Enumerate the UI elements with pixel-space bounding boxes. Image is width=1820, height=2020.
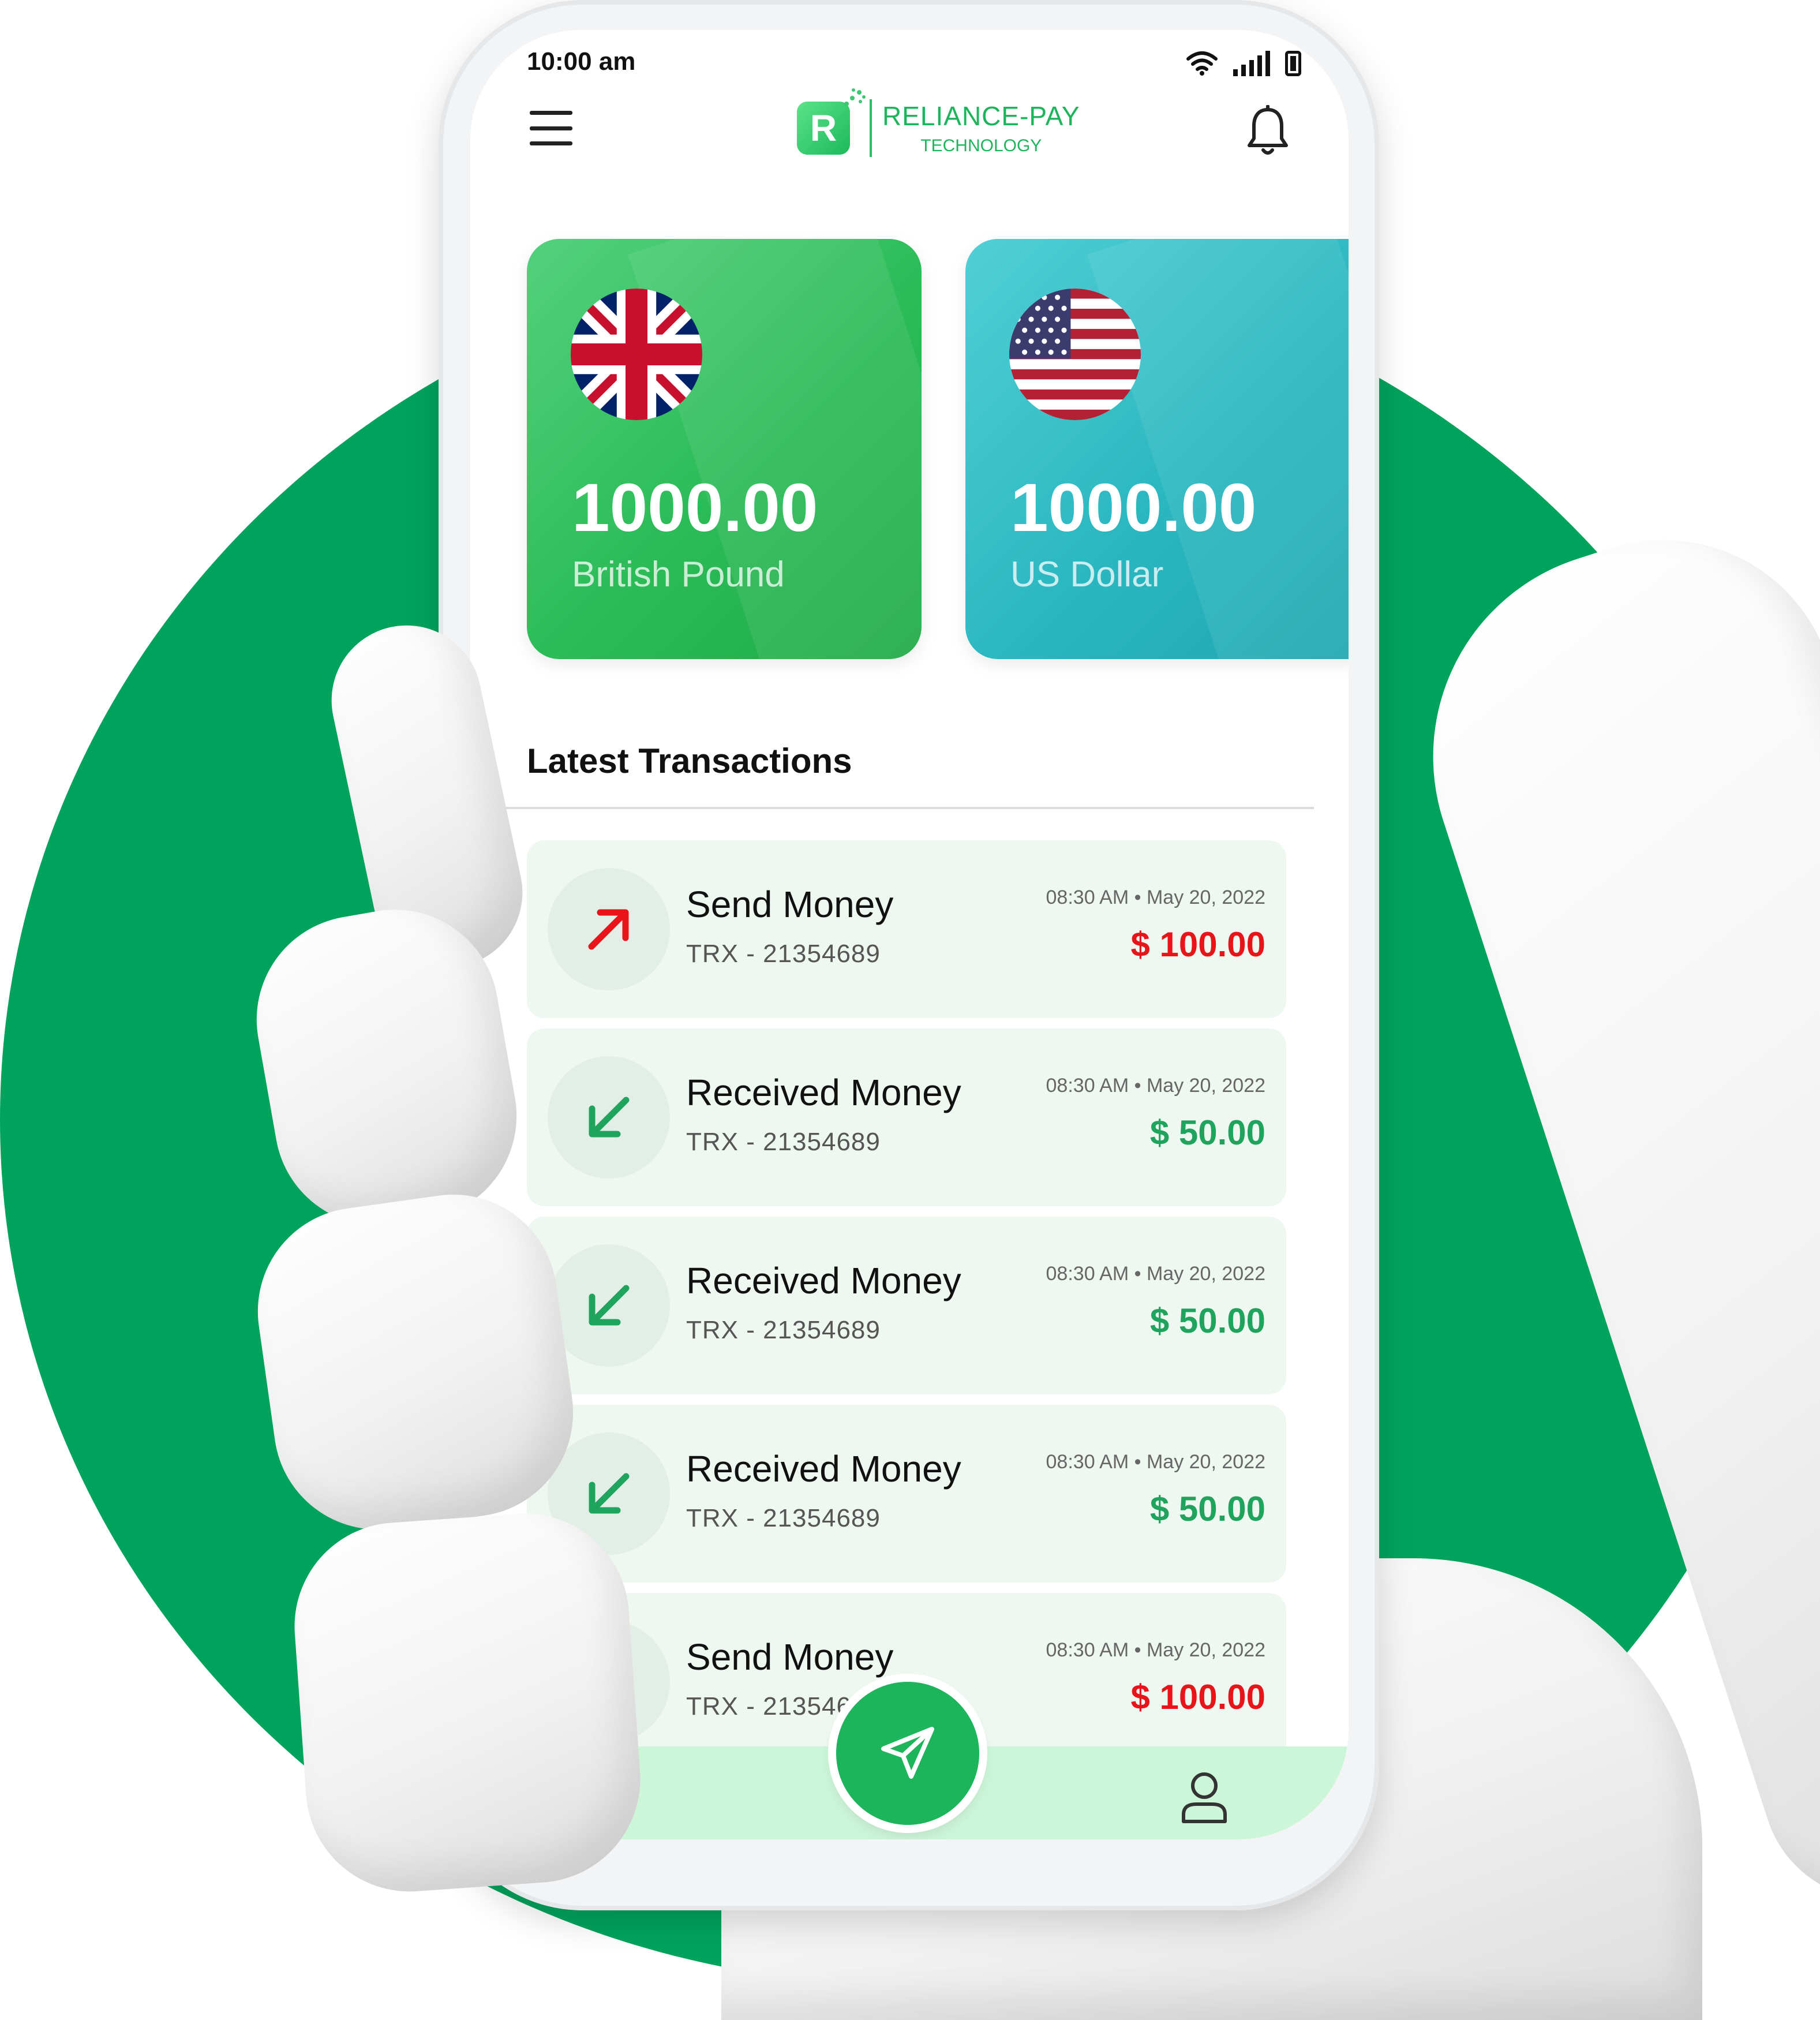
tx-datetime: 08:30 AM • May 20, 2022 bbox=[1046, 886, 1265, 908]
tx-time: 08:30 AM bbox=[1046, 1075, 1129, 1097]
logo-divider bbox=[870, 99, 872, 157]
tx-date: May 20, 2022 bbox=[1146, 886, 1265, 908]
transaction-row[interactable]: Send Money TRX - 21354689 08:30 AM • May… bbox=[527, 840, 1286, 1018]
tx-title: Send Money bbox=[686, 884, 894, 925]
tx-icon-wrap bbox=[548, 1056, 670, 1179]
wallet-card-usd[interactable]: 1000.00 US Dollar bbox=[965, 239, 1349, 659]
tx-date: May 20, 2022 bbox=[1146, 1263, 1265, 1285]
logo-name: RELIANCE-PAY bbox=[882, 101, 1080, 131]
wallet-amount: 1000.00 bbox=[572, 470, 818, 546]
signal-icon bbox=[1233, 51, 1270, 76]
tx-icon-wrap bbox=[548, 1244, 670, 1367]
wallet-currency: British Pound bbox=[572, 555, 785, 594]
tx-amount: $ 50.00 bbox=[1149, 1301, 1265, 1340]
logo-letter: R bbox=[810, 107, 837, 149]
send-icon bbox=[881, 1727, 934, 1779]
tx-title: Send Money bbox=[686, 1636, 894, 1678]
logo-mark: R bbox=[797, 88, 866, 155]
status-icons bbox=[1186, 47, 1301, 76]
menu-icon[interactable] bbox=[530, 111, 572, 145]
logo-subtitle: TECHNOLOGY bbox=[920, 136, 1042, 155]
arrow-down-left-icon bbox=[589, 1473, 630, 1514]
tx-icon-wrap bbox=[548, 868, 670, 990]
hand-finger-2 bbox=[244, 1181, 587, 1543]
arrow-down-left-icon bbox=[589, 1097, 630, 1138]
logo-text: RELIANCE-PAY TECHNOLOGY bbox=[882, 100, 1080, 156]
tx-title: Received Money bbox=[686, 1448, 961, 1490]
transaction-row[interactable]: Received Money TRX - 21354689 08:30 AM •… bbox=[527, 1405, 1286, 1583]
tx-id: TRX - 21354689 bbox=[686, 1504, 881, 1532]
tx-time: 08:30 AM bbox=[1046, 1639, 1129, 1661]
arrow-down-left-icon bbox=[589, 1285, 630, 1326]
tx-id: TRX - 21354689 bbox=[686, 940, 881, 968]
us-flag-icon bbox=[1009, 289, 1141, 420]
status-time: 10:00 am bbox=[527, 47, 636, 76]
tx-amount: $ 100.00 bbox=[1130, 925, 1265, 964]
send-button[interactable] bbox=[836, 1682, 979, 1825]
section-divider bbox=[505, 807, 1314, 809]
tx-time: 08:30 AM bbox=[1046, 1451, 1129, 1473]
tx-amount: $ 50.00 bbox=[1149, 1490, 1265, 1528]
uk-flag-icon bbox=[571, 289, 702, 420]
bell-icon[interactable] bbox=[1245, 105, 1291, 157]
tx-amount: $ 50.00 bbox=[1149, 1113, 1265, 1152]
wallet-card-gbp[interactable]: 1000.00 British Pound bbox=[527, 239, 922, 659]
tx-time: 08:30 AM bbox=[1046, 1263, 1129, 1285]
transaction-row[interactable]: Received Money TRX - 21354689 08:30 AM •… bbox=[527, 1217, 1286, 1394]
tx-id: TRX - 21354689 bbox=[686, 1128, 881, 1156]
hand-finger-3 bbox=[287, 1506, 647, 1899]
tx-id: TRX - 21354689 bbox=[686, 1316, 881, 1344]
transaction-row[interactable]: Received Money TRX - 21354689 08:30 AM •… bbox=[527, 1028, 1286, 1206]
tx-time: 08:30 AM bbox=[1046, 886, 1129, 908]
wallet-currency: US Dollar bbox=[1010, 555, 1164, 594]
tx-title: Received Money bbox=[686, 1260, 961, 1301]
tx-amount: $ 100.00 bbox=[1130, 1678, 1265, 1716]
arrow-up-right-icon bbox=[588, 909, 629, 950]
tx-datetime: 08:30 AM • May 20, 2022 bbox=[1046, 1451, 1265, 1473]
section-title: Latest Transactions bbox=[527, 742, 852, 780]
tx-datetime: 08:30 AM • May 20, 2022 bbox=[1046, 1075, 1265, 1097]
profile-icon[interactable] bbox=[1180, 1771, 1229, 1824]
tx-date: May 20, 2022 bbox=[1146, 1075, 1265, 1097]
wallet-amount: 1000.00 bbox=[1010, 470, 1257, 546]
tx-date: May 20, 2022 bbox=[1146, 1451, 1265, 1473]
tx-title: Received Money bbox=[686, 1072, 961, 1113]
battery-icon bbox=[1285, 51, 1301, 76]
logo-dots-icon bbox=[844, 88, 866, 106]
tx-date: May 20, 2022 bbox=[1146, 1639, 1265, 1661]
app-logo: R RELIANCE-PAY TECHNOLOGY bbox=[797, 88, 1080, 157]
tx-datetime: 08:30 AM • May 20, 2022 bbox=[1046, 1263, 1265, 1285]
wifi-icon bbox=[1186, 51, 1218, 76]
tx-datetime: 08:30 AM • May 20, 2022 bbox=[1046, 1639, 1265, 1661]
